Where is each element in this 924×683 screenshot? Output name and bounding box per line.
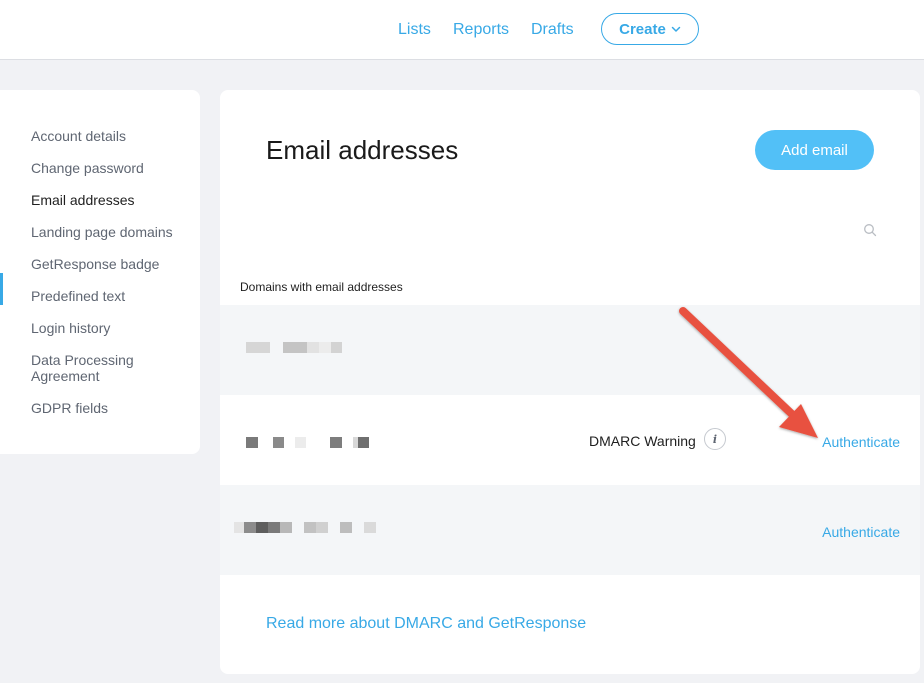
sidebar-item-account-details[interactable]: Account details [31, 128, 191, 144]
sidebar-item-predefined-text[interactable]: Predefined text [31, 288, 191, 304]
redacted-domain [246, 437, 369, 448]
sidebar-item-gdpr-fields[interactable]: GDPR fields [31, 400, 191, 416]
redacted-domain [234, 522, 376, 533]
domain-row: Authenticate [220, 485, 920, 575]
authenticate-link[interactable]: Authenticate [822, 434, 900, 450]
sidebar-item-change-password[interactable]: Change password [31, 160, 191, 176]
domains-section-label: Domains with email addresses [240, 280, 403, 294]
dmarc-warning-label: DMARC Warning [589, 433, 696, 449]
email-addresses-panel: Email addresses Add email Domains with e… [220, 90, 920, 674]
read-more-dmarc-link[interactable]: Read more about DMARC and GetResponse [266, 615, 586, 633]
create-button[interactable]: Create [601, 13, 699, 45]
active-item-indicator [0, 273, 3, 305]
page-title: Email addresses [266, 135, 459, 165]
sidebar-item-getresponse-badge[interactable]: GetResponse badge [31, 256, 191, 272]
sidebar-item-data-processing-agreement[interactable]: Data Processing Agreement [31, 352, 161, 384]
top-navigation-bar: Lists Reports Drafts Create [0, 0, 924, 60]
domain-row: DMARC Warning i Authenticate [220, 395, 920, 485]
settings-sidebar: Account details Change password Email ad… [0, 90, 200, 454]
nav-lists-link[interactable]: Lists [398, 20, 431, 40]
info-icon[interactable]: i [704, 428, 726, 450]
search-icon[interactable] [863, 223, 877, 237]
add-email-button[interactable]: Add email [755, 130, 874, 170]
sidebar-item-login-history[interactable]: Login history [31, 320, 191, 336]
authenticate-link[interactable]: Authenticate [822, 524, 900, 540]
domain-row [220, 305, 920, 395]
redacted-domain [246, 342, 342, 353]
chevron-down-icon [671, 26, 681, 32]
sidebar-item-email-addresses[interactable]: Email addresses [31, 192, 191, 208]
nav-reports-link[interactable]: Reports [453, 20, 509, 40]
create-button-label: Create [619, 20, 666, 38]
sidebar-item-landing-page-domains[interactable]: Landing page domains [31, 224, 191, 240]
nav-drafts-link[interactable]: Drafts [531, 20, 574, 40]
